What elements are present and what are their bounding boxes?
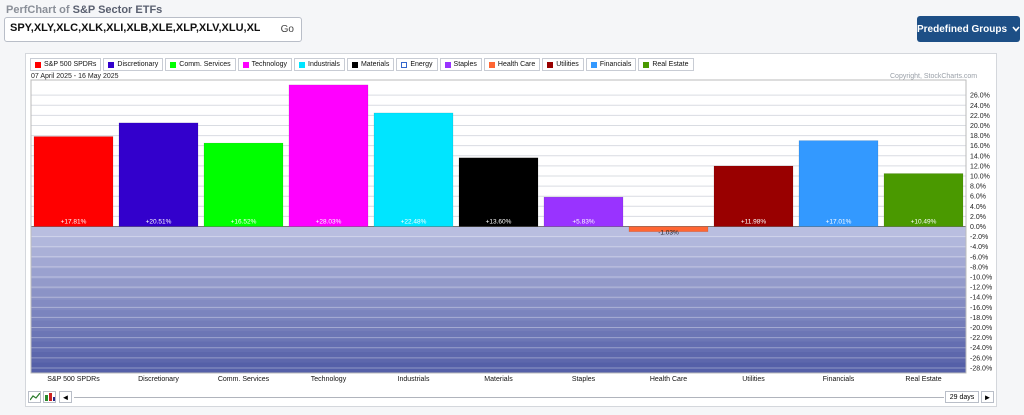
y-tick-label: -10.0% — [970, 275, 992, 282]
x-category-label: Financials — [823, 376, 855, 383]
line-chart-icon[interactable] — [28, 391, 41, 403]
x-category-label: Real Estate — [905, 376, 941, 383]
negative-band — [31, 289, 966, 301]
y-tick-label: 8.0% — [970, 184, 986, 191]
bar-chart-icon[interactable] — [43, 391, 56, 403]
bar-value-label: +10.49% — [911, 219, 937, 226]
bar-value-label: +11.98% — [741, 219, 767, 226]
timeline-slider[interactable] — [74, 397, 944, 398]
y-tick-label: 26.0% — [970, 93, 990, 100]
bar-value-label: +17.01% — [826, 219, 852, 226]
y-tick-label: -2.0% — [970, 234, 988, 241]
y-tick-label: -8.0% — [970, 264, 988, 271]
y-tick-label: 10.0% — [970, 173, 990, 180]
negative-band — [31, 299, 966, 311]
bar-value-label: +28.03% — [316, 219, 342, 226]
chart-controls: ◄ 29 days ► — [26, 391, 996, 405]
y-tick-label: -28.0% — [970, 365, 992, 372]
negative-band — [31, 226, 966, 238]
y-tick-label: -16.0% — [970, 305, 992, 312]
bar[interactable] — [373, 112, 454, 227]
y-tick-label: 14.0% — [970, 153, 990, 160]
y-tick-label: 16.0% — [970, 143, 990, 150]
y-tick-label: -24.0% — [970, 345, 992, 352]
scroll-right-button[interactable]: ► — [981, 391, 994, 403]
bar-value-label: +13.60% — [486, 219, 512, 226]
negative-band — [31, 268, 966, 280]
bar[interactable] — [458, 157, 539, 227]
bar-value-label: +22.48% — [401, 219, 427, 226]
bar[interactable] — [33, 136, 114, 227]
y-tick-label: 24.0% — [970, 103, 990, 110]
x-category-label: Materials — [484, 376, 513, 383]
y-tick-label: -12.0% — [970, 285, 992, 292]
bar-value-label: +20.51% — [146, 219, 172, 226]
y-tick-label: 0.0% — [970, 224, 986, 231]
bar-value-label: +5.83% — [572, 219, 594, 226]
x-category-label: S&P 500 SPDRs — [47, 376, 100, 383]
bar-value-label: +17.81% — [61, 219, 87, 226]
y-tick-label: 12.0% — [970, 163, 990, 170]
y-tick-label: 2.0% — [970, 214, 986, 221]
x-category-label: Industrials — [398, 376, 430, 383]
x-category-label: Utilities — [742, 376, 765, 383]
x-category-label: Health Care — [650, 376, 687, 383]
bar[interactable] — [713, 165, 794, 227]
negative-band — [31, 320, 966, 332]
negative-band — [31, 341, 966, 353]
y-tick-label: 4.0% — [970, 204, 986, 211]
bar[interactable] — [203, 142, 284, 227]
negative-band — [31, 278, 966, 290]
x-category-label: Technology — [311, 376, 347, 383]
y-tick-label: -22.0% — [970, 335, 992, 342]
scroll-left-button[interactable]: ◄ — [59, 391, 72, 403]
y-tick-label: -18.0% — [970, 315, 992, 322]
y-tick-label: 20.0% — [970, 123, 990, 130]
days-selector[interactable]: 29 days — [945, 391, 979, 403]
bar[interactable] — [118, 122, 199, 227]
right-arrow-icon: ► — [983, 392, 992, 402]
x-category-label: Staples — [572, 376, 596, 383]
bar-value-label: +16.52% — [231, 219, 257, 226]
y-tick-label: -14.0% — [970, 295, 992, 302]
left-arrow-icon: ◄ — [61, 392, 70, 402]
bar[interactable] — [288, 84, 369, 227]
negative-band — [31, 331, 966, 343]
bar-value-label: -1.03% — [658, 230, 679, 237]
y-tick-label: 6.0% — [970, 194, 986, 201]
y-tick-label: -26.0% — [970, 355, 992, 362]
negative-band — [31, 310, 966, 322]
y-tick-label: -4.0% — [970, 244, 988, 251]
y-tick-label: 18.0% — [970, 133, 990, 140]
x-category-label: Discretionary — [138, 376, 179, 383]
y-tick-label: -20.0% — [970, 325, 992, 332]
perf-chart: 26.0% 24.0% 22.0% 20.0% 18.0% 16.0% 14.0% 12.0%… — [30, 79, 992, 383]
x-category-label: Comm. Services — [218, 376, 270, 383]
bar[interactable] — [798, 140, 879, 227]
y-tick-label: 22.0% — [970, 113, 990, 120]
y-tick-label: -6.0% — [970, 254, 988, 261]
